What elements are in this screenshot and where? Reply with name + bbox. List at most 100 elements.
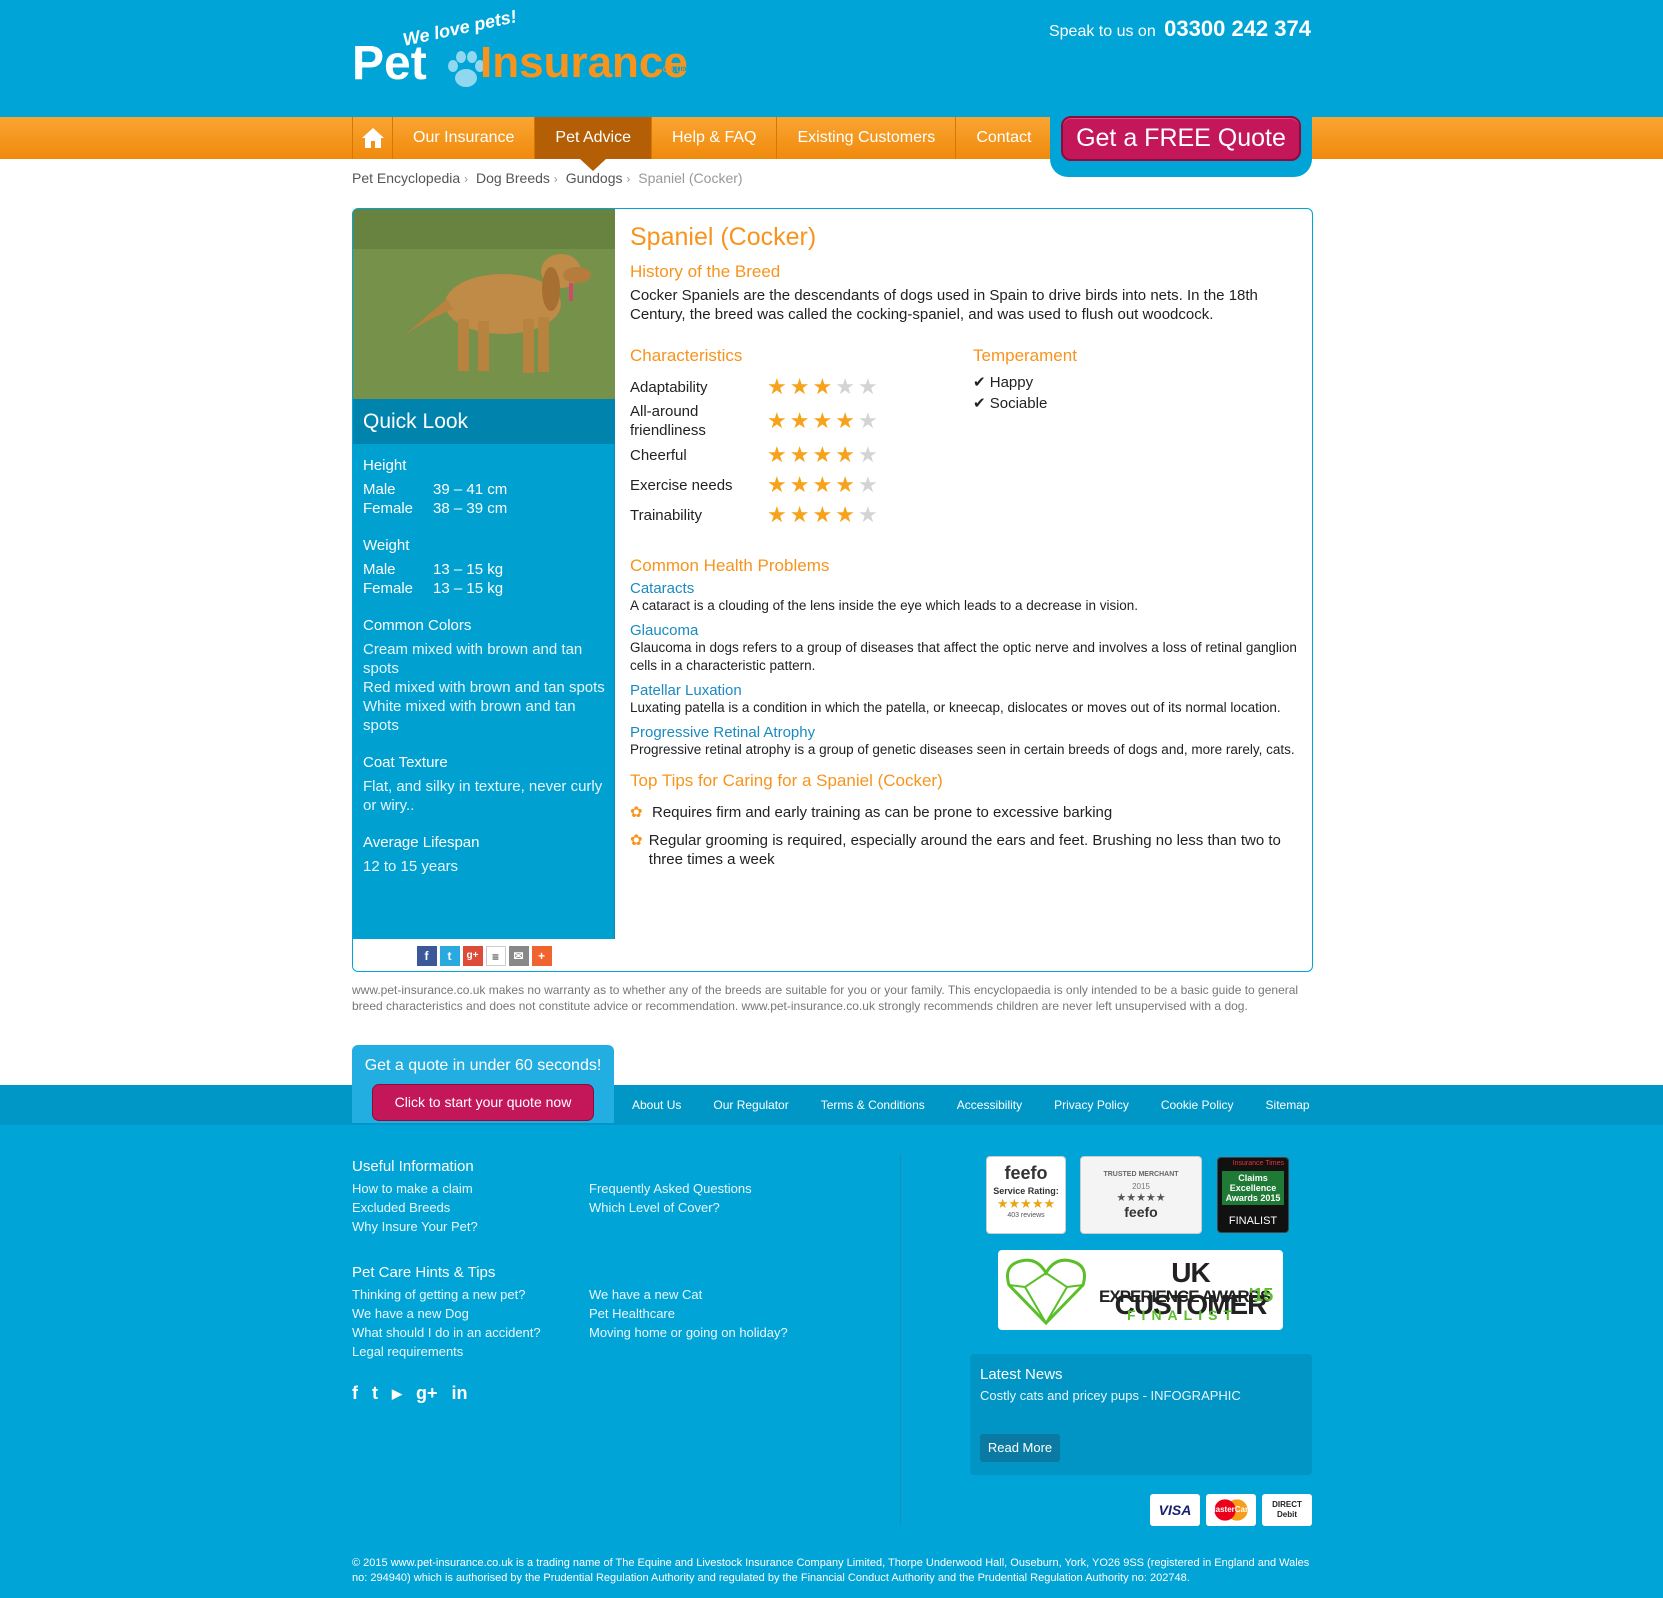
color-item: Red mixed with brown and tan spots <box>363 679 605 696</box>
free-quote-button[interactable]: Get a FREE Quote <box>1061 116 1301 161</box>
characteristic-label: All-around friendliness <box>630 403 706 439</box>
characteristic-row: Adaptability ★ ★ ★ ★ ★ <box>630 372 973 402</box>
footer-link[interactable]: We have a new Dog <box>352 1304 589 1323</box>
star-icon: ★ <box>789 472 810 497</box>
site-logo[interactable]: We love pets! Pet Insurance .co.uk <box>352 6 692 98</box>
buffer-icon[interactable]: ≡ <box>485 946 506 966</box>
star-rating: ★ ★ ★ ★ ★ <box>767 444 878 466</box>
star-icon: ★ <box>857 374 878 399</box>
footer-link[interactable]: Moving home or going on holiday? <box>589 1323 788 1342</box>
footer-link[interactable]: We have a new Cat <box>589 1285 788 1304</box>
footer-link[interactable]: Pet Healthcare <box>589 1304 788 1323</box>
nav-our-insurance[interactable]: Our Insurance <box>393 117 536 159</box>
check-icon: ✔ <box>973 374 990 391</box>
history-title: History of the Breed <box>630 262 781 281</box>
coat-label: Coat Texture <box>363 754 448 771</box>
footer-our-regulator[interactable]: Our Regulator <box>713 1098 788 1112</box>
footer-privacy[interactable]: Privacy Policy <box>1054 1098 1129 1112</box>
footer-about-us[interactable]: About Us <box>632 1098 681 1112</box>
twitter-icon[interactable]: t <box>372 1383 378 1405</box>
email-icon[interactable]: ✉ <box>508 946 529 966</box>
main-nav: Our Insurance Pet Advice Help & FAQ Exis… <box>0 117 1663 171</box>
characteristic-row: Exercise needs ★ ★ ★ ★ ★ <box>630 470 973 500</box>
visa-icon: VISA <box>1150 1494 1200 1526</box>
footer-sitemap[interactable]: Sitemap <box>1266 1098 1310 1112</box>
crumb-gundogs[interactable]: Gundogs <box>566 170 623 186</box>
rating-stars: ★★★★★ <box>996 1196 1056 1211</box>
linkedin-icon[interactable]: in <box>452 1383 468 1405</box>
footer-link[interactable]: Which Level of Cover? <box>589 1198 752 1217</box>
crumb-separator: › <box>553 172 558 186</box>
home-icon <box>361 128 384 148</box>
nav-pet-advice[interactable]: Pet Advice <box>535 117 652 171</box>
health-item: Glaucoma Glaucoma in dogs refers to a gro… <box>630 622 1297 673</box>
breadcrumb: Pet Encyclopedia › Dog Breeds › Gundogs … <box>352 170 747 186</box>
uk-cx-awards-badge[interactable]: UK CUSTOMER EXPERIENCE AWARDS '15 FINALI… <box>998 1250 1283 1330</box>
dog-photo <box>353 209 615 399</box>
site-header: We love pets! Pet Insurance .co.uk Speak… <box>0 0 1663 117</box>
history-text: Cocker Spaniels are the descendants of d… <box>630 287 1258 323</box>
temperament-item: ✔ Happy <box>973 374 1034 391</box>
height-row: Male 39 – 41 cm <box>363 481 508 498</box>
footer-quote-box: Get a quote in under 60 seconds! Click t… <box>352 1045 614 1123</box>
star-icon: ★ <box>812 374 833 399</box>
footer-link[interactable]: Thinking of getting a new pet? <box>352 1285 589 1304</box>
logo-insurance: Insurance <box>480 38 688 87</box>
footer-columns: Useful Information How to make a claim E… <box>352 1158 788 1361</box>
google-plus-icon[interactable]: g+ <box>462 946 483 966</box>
footer-terms[interactable]: Terms & Conditions <box>821 1098 925 1112</box>
feefo-trusted-badge[interactable]: TRUSTED MERCHANT 2015 ★★★★★ feefo <box>1080 1156 1202 1234</box>
latest-news-title: Latest News <box>980 1366 1063 1383</box>
youtube-icon[interactable]: ▶ <box>392 1383 402 1405</box>
nav-home[interactable] <box>353 117 393 159</box>
crumb-dog-breeds[interactable]: Dog Breeds <box>476 170 550 186</box>
direct-debit-icon: DIRECT Debit <box>1262 1494 1312 1526</box>
health-item: Patellar Luxation Luxating patella is a c… <box>630 682 1281 715</box>
footer-link[interactable]: What should I do in an accident? <box>352 1323 589 1342</box>
star-rating: ★ ★ ★ ★ ★ <box>767 410 878 432</box>
crumb-encyclopedia[interactable]: Pet Encyclopedia <box>352 170 460 186</box>
facebook-icon[interactable]: f <box>352 1383 358 1405</box>
nav-existing-customers[interactable]: Existing Customers <box>777 117 957 159</box>
google-plus-icon[interactable]: g+ <box>416 1383 438 1405</box>
star-icon: ★ <box>835 472 855 497</box>
addthis-icon[interactable]: + <box>531 946 552 966</box>
star-icon: ★ <box>812 472 833 497</box>
breed-content: Spaniel (Cocker) History of the Breed Co… <box>630 223 1300 869</box>
star-icon: ★ <box>812 502 833 527</box>
characteristic-label: Exercise needs <box>630 476 733 494</box>
nav-help-faq[interactable]: Help & FAQ <box>652 117 778 159</box>
nav-contact[interactable]: Contact <box>956 117 1053 159</box>
crumb-current: Spaniel (Cocker) <box>638 170 743 186</box>
star-icon: ★ <box>789 408 810 433</box>
news-item-link[interactable]: Costly cats and pricey pups - INFOGRAPHI… <box>980 1388 1241 1403</box>
footer-link[interactable]: Legal requirements <box>352 1342 589 1361</box>
lifespan-label: Average Lifespan <box>363 834 480 851</box>
feefo-rating-badge[interactable]: feefo Service Rating: ★★★★★ 403 reviews <box>986 1156 1066 1234</box>
characteristics-list: Adaptability ★ ★ ★ ★ ★ All-around friendliness… <box>630 372 973 530</box>
star-icon: ★ <box>767 442 787 467</box>
facebook-icon[interactable]: f <box>416 946 437 966</box>
twitter-icon[interactable]: t <box>439 946 460 966</box>
phone-number[interactable]: 03300 242 374 <box>1164 16 1311 41</box>
insurance-times-badge[interactable]: Insurance Times Claims Excellence Awards… <box>1217 1157 1289 1233</box>
footer-accessibility[interactable]: Accessibility <box>957 1098 1022 1112</box>
temperament-title: Temperament <box>973 346 1077 365</box>
star-icon: ★ <box>789 374 810 399</box>
star-icon: ★ <box>767 374 787 399</box>
start-quote-button[interactable]: Click to start your quote now <box>372 1084 594 1121</box>
site-footer: About Us Our Regulator Terms & Condition… <box>0 1085 1663 1598</box>
quick-look-title: Quick Look <box>353 399 615 444</box>
characteristic-label: Adaptability <box>630 378 708 396</box>
footer-link[interactable]: Excluded Breeds <box>352 1198 589 1217</box>
color-item: Cream mixed with brown and tan spots <box>363 641 583 677</box>
share-bar: f t g+ ≡ ✉ + <box>353 939 615 971</box>
color-item: White mixed with brown and tan spots <box>363 698 576 734</box>
characteristic-label: Cheerful <box>630 446 687 464</box>
footer-cookie[interactable]: Cookie Policy <box>1161 1098 1234 1112</box>
footer-link[interactable]: Why Insure Your Pet? <box>352 1217 589 1236</box>
footer-link[interactable]: Frequently Asked Questions <box>589 1179 752 1198</box>
read-more-button[interactable]: Read More <box>980 1434 1060 1462</box>
footer-link[interactable]: How to make a claim <box>352 1179 589 1198</box>
breed-card: Quick Look Height Male 39 – 41 cm Female 3… <box>352 208 1313 972</box>
